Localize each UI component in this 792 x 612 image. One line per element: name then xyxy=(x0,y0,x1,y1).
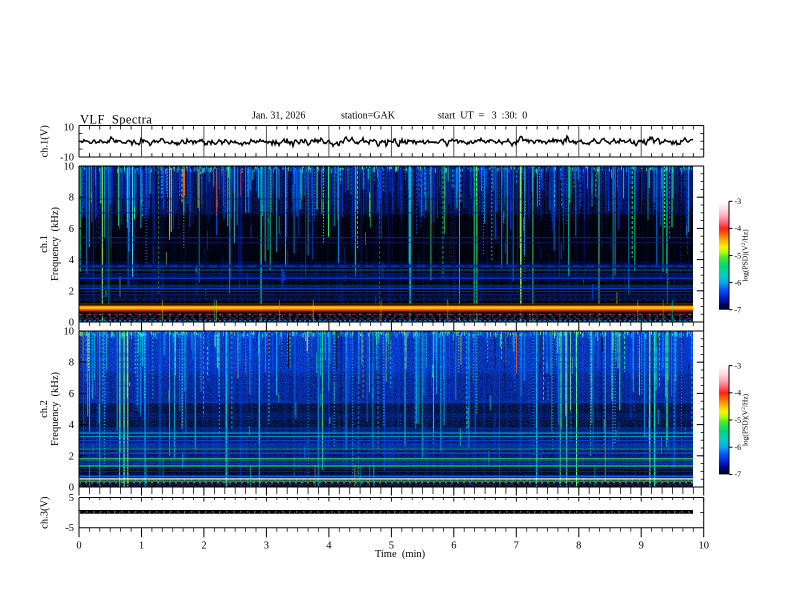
svg-text:10: 10 xyxy=(64,327,75,338)
svg-text:5: 5 xyxy=(69,493,74,504)
svg-text:-7: -7 xyxy=(735,470,742,479)
svg-text:10: 10 xyxy=(64,123,75,134)
svg-text:3: 3 xyxy=(264,541,269,552)
svg-text:0: 0 xyxy=(76,541,81,552)
svg-text:log(PSD)(V2/Hz): log(PSD)(V2/Hz) xyxy=(741,393,750,446)
svg-text:4: 4 xyxy=(69,255,75,266)
svg-text:-5: -5 xyxy=(65,523,74,534)
svg-text:-3: -3 xyxy=(735,361,742,370)
svg-text:station=GAK: station=GAK xyxy=(341,111,396,122)
svg-text:10: 10 xyxy=(64,162,75,173)
svg-text:2: 2 xyxy=(201,541,206,552)
svg-text:9: 9 xyxy=(639,541,644,552)
svg-text:6: 6 xyxy=(451,541,456,552)
svg-text:-3: -3 xyxy=(735,197,742,206)
svg-text:4: 4 xyxy=(326,541,332,552)
svg-text:2: 2 xyxy=(69,451,74,462)
svg-text:8: 8 xyxy=(69,193,74,204)
svg-text:6: 6 xyxy=(69,389,74,400)
svg-text:2: 2 xyxy=(69,286,74,297)
svg-text:Time (min): Time (min) xyxy=(375,549,426,560)
svg-text:ch.3(V): ch.3(V) xyxy=(40,496,51,529)
svg-text:7: 7 xyxy=(514,541,519,552)
svg-text:6: 6 xyxy=(69,224,74,235)
svg-text:Frequency (kHz): Frequency (kHz) xyxy=(50,371,61,446)
svg-text:ch.1: ch.1 xyxy=(39,235,50,253)
svg-text:10: 10 xyxy=(698,541,709,552)
svg-text:Frequency (kHz): Frequency (kHz) xyxy=(50,206,61,281)
svg-text:log(PSD)(V2/Hz): log(PSD)(V2/Hz) xyxy=(741,229,750,282)
svg-text:ch.1(V): ch.1(V) xyxy=(40,125,51,158)
svg-text:-7: -7 xyxy=(735,306,742,315)
svg-text:Jan. 31, 2026: Jan. 31, 2026 xyxy=(252,111,305,122)
svg-text:start UT = 3 :30: 0: start UT = 3 :30: 0 xyxy=(438,111,527,122)
svg-text:ch.2: ch.2 xyxy=(39,400,50,418)
svg-text:8: 8 xyxy=(576,541,581,552)
svg-text:8: 8 xyxy=(69,358,74,369)
svg-text:4: 4 xyxy=(69,420,75,431)
svg-text:VLF Spectra: VLF Spectra xyxy=(80,113,152,127)
svg-text:1: 1 xyxy=(139,541,144,552)
